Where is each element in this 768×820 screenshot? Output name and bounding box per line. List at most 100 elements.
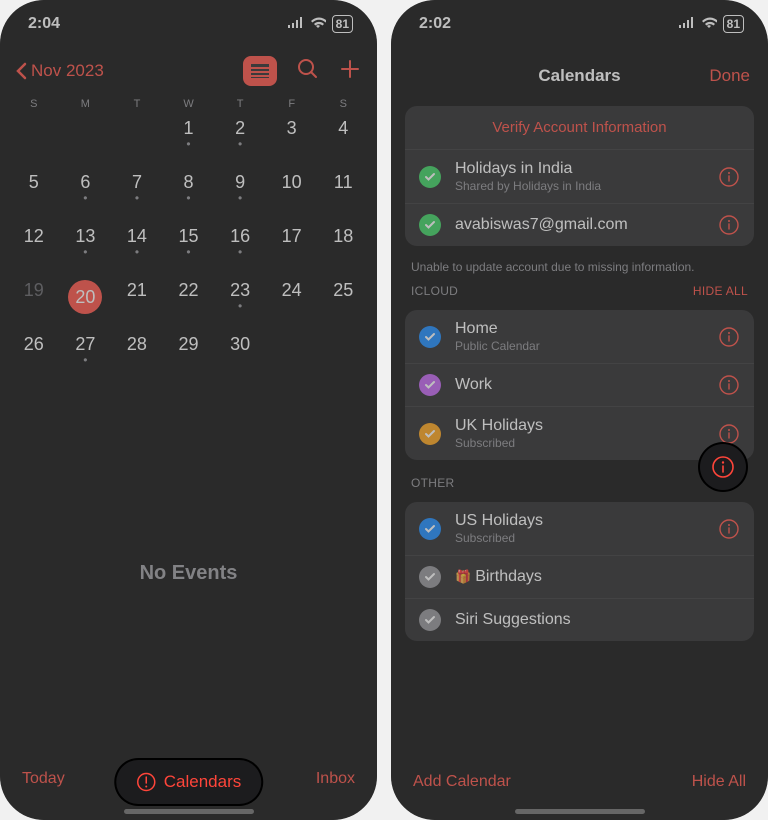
info-button[interactable] (718, 423, 740, 445)
done-button[interactable]: Done (709, 66, 750, 86)
icloud-section: HomePublic Calendar Work UK HolidaysSubscr… (405, 310, 754, 460)
calendar-day[interactable]: 30 (214, 328, 266, 382)
calendar-day[interactable] (266, 328, 318, 382)
calendar-item[interactable]: Siri Suggestions (405, 599, 754, 641)
calendar-day[interactable]: 25 (317, 274, 369, 328)
icloud-section-header: ICLOUD HIDE ALL (391, 276, 768, 302)
account-section: Verify Account Information Holidays in I… (405, 106, 754, 246)
calendar-item[interactable]: 🎁Birthdays (405, 556, 754, 599)
cellular-icon (287, 15, 304, 33)
calendar-day[interactable]: 15• (163, 220, 215, 274)
calendar-item[interactable]: Holidays in IndiaShared by Holidays in I… (405, 150, 754, 204)
hide-all-icloud-button[interactable]: HIDE ALL (693, 284, 748, 298)
calendar-day[interactable]: 27• (60, 328, 112, 382)
weekday-cell: S (317, 98, 369, 110)
calendar-day[interactable] (317, 328, 369, 382)
calendar-item-title: avabiswas7@gmail.com (455, 216, 704, 234)
calendar-day[interactable]: 22 (163, 274, 215, 328)
calendar-item[interactable]: HomePublic Calendar (405, 310, 754, 364)
home-indicator[interactable] (124, 809, 254, 814)
calendar-day[interactable]: 17 (266, 220, 318, 274)
calendar-day[interactable]: 7• (111, 166, 163, 220)
calendar-day[interactable] (111, 112, 163, 166)
wifi-icon (701, 15, 717, 33)
chevron-left-icon (16, 62, 27, 80)
alert-icon (136, 772, 156, 792)
checkmark-icon (419, 166, 441, 188)
calendar-day[interactable]: 8• (163, 166, 215, 220)
calendar-item-subtitle: Subscribed (455, 531, 704, 545)
calendar-day[interactable] (8, 112, 60, 166)
calendar-day[interactable]: 20 (60, 274, 112, 328)
battery-icon: 81 (332, 15, 353, 33)
calendar-day[interactable]: 1• (163, 112, 215, 166)
calendar-item[interactable]: avabiswas7@gmail.com (405, 204, 754, 246)
calendar-day[interactable]: 12 (8, 220, 60, 274)
status-time: 2:04 (28, 15, 60, 33)
calendar-day[interactable]: 4 (317, 112, 369, 166)
other-header-label: OTHER (411, 476, 455, 490)
info-button[interactable] (718, 518, 740, 540)
back-button[interactable]: Nov 2023 (16, 61, 104, 81)
calendar-day[interactable]: 28 (111, 328, 163, 382)
status-bar: 2:04 81 (0, 0, 377, 48)
calendar-day[interactable]: 11 (317, 166, 369, 220)
wifi-icon (310, 15, 326, 33)
list-view-button[interactable] (243, 56, 277, 86)
calendar-day[interactable]: 9• (214, 166, 266, 220)
calendar-day[interactable]: 24 (266, 274, 318, 328)
calendar-day[interactable]: 21 (111, 274, 163, 328)
info-button[interactable] (718, 374, 740, 396)
calendar-item[interactable]: US HolidaysSubscribed (405, 502, 754, 556)
hide-all-button[interactable]: Hide All (692, 773, 746, 791)
calendar-day[interactable]: 3 (266, 112, 318, 166)
inbox-button[interactable]: Inbox (316, 770, 355, 788)
left-phone: 2:04 81 Nov 2023 SMTWTFS 1•2•3456•7•8•9•… (0, 0, 377, 820)
weekday-cell: M (60, 98, 112, 110)
calendar-item-subtitle: Shared by Holidays in India (455, 179, 704, 193)
no-events-label: No Events (0, 562, 377, 585)
info-button[interactable] (718, 166, 740, 188)
calendar-item[interactable]: UK HolidaysSubscribed (405, 407, 754, 460)
calendars-button[interactable]: Calendars (116, 760, 262, 804)
weekday-cell: S (8, 98, 60, 110)
calendar-day[interactable]: 29 (163, 328, 215, 382)
right-phone: 2:02 81 Calendars Done Verify Account In… (391, 0, 768, 820)
calendar-day[interactable]: 2• (214, 112, 266, 166)
calendar-day[interactable]: 6• (60, 166, 112, 220)
icloud-header-label: ICLOUD (411, 284, 458, 298)
checkmark-icon (419, 423, 441, 445)
other-section: US HolidaysSubscribed 🎁Birthdays Siri Sugg… (405, 502, 754, 641)
calendar-day[interactable]: 16• (214, 220, 266, 274)
calendar-day[interactable]: 10 (266, 166, 318, 220)
info-button[interactable] (718, 326, 740, 348)
calendar-day[interactable]: 26 (8, 328, 60, 382)
calendar-item-subtitle: Subscribed (455, 436, 704, 450)
info-icon (711, 455, 735, 479)
calendar-day[interactable]: 14• (111, 220, 163, 274)
calendar-day[interactable] (60, 112, 112, 166)
today-button[interactable]: Today (22, 770, 65, 788)
calendar-item[interactable]: Work (405, 364, 754, 407)
info-button[interactable] (700, 444, 746, 490)
checkmark-icon (419, 609, 441, 631)
weekday-cell: W (163, 98, 215, 110)
calendar-grid[interactable]: 1•2•3456•7•8•9•10111213•14•15•16•1718192… (0, 112, 377, 382)
checkmark-icon (419, 374, 441, 396)
search-button[interactable] (297, 58, 319, 85)
calendar-day[interactable]: 23• (214, 274, 266, 328)
calendar-item-title: Work (455, 376, 704, 394)
calendar-day[interactable]: 18 (317, 220, 369, 274)
calendar-day[interactable]: 19 (8, 274, 60, 328)
cellular-icon (678, 15, 695, 33)
calendar-item-title: UK Holidays (455, 417, 704, 435)
home-indicator[interactable] (515, 809, 645, 814)
calendar-day[interactable]: 5 (8, 166, 60, 220)
add-calendar-button[interactable]: Add Calendar (413, 773, 511, 791)
add-button[interactable] (339, 58, 361, 85)
calendar-day[interactable]: 13• (60, 220, 112, 274)
verify-account-row[interactable]: Verify Account Information (405, 106, 754, 150)
info-button[interactable] (718, 214, 740, 236)
calendar-item-title: Siri Suggestions (455, 611, 740, 629)
calendar-item-title: 🎁Birthdays (455, 568, 740, 586)
